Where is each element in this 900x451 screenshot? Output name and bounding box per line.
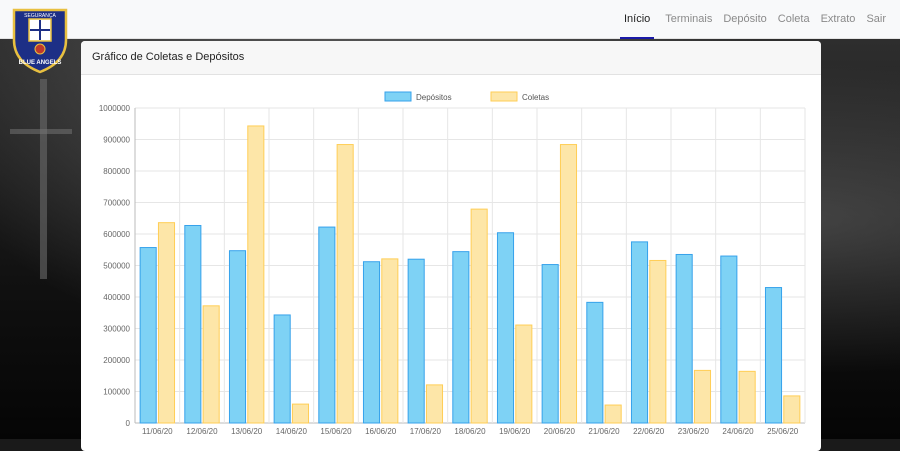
x-tick-label: 16/06/20 bbox=[365, 427, 397, 436]
bar-depositos-2 bbox=[228, 250, 247, 424]
bar-coletas-13 bbox=[738, 370, 756, 424]
x-tick-label: 19/06/20 bbox=[499, 427, 531, 436]
bar-depositos-9 bbox=[541, 264, 559, 424]
bar-chart[interactable]: 0 100000 200000 300000 400000 500000 600000 700… bbox=[81, 75, 821, 451]
bar-depositos-6 bbox=[407, 258, 425, 424]
y-tick-label: 0 bbox=[126, 419, 131, 428]
x-tick-label: 23/06/20 bbox=[678, 427, 710, 436]
nav-item-sair[interactable]: Sair bbox=[866, 0, 886, 39]
bar-depositos-8 bbox=[496, 232, 515, 424]
nav-item-inicio[interactable]: Início bbox=[619, 0, 655, 39]
y-tick-label: 800000 bbox=[103, 167, 130, 176]
bar-depositos-0 bbox=[139, 247, 157, 424]
x-tick-label: 21/06/20 bbox=[588, 427, 620, 436]
x-tick-label: 25/06/20 bbox=[767, 427, 799, 436]
bar-coletas-4 bbox=[336, 144, 354, 424]
bar-coletas-1 bbox=[202, 305, 220, 424]
bar-depositos-7 bbox=[452, 251, 470, 424]
navbar: SEGURANÇA BLUE ANGELS Início Terminais D… bbox=[0, 0, 900, 74]
bar-depositos-5 bbox=[362, 261, 381, 424]
background-crossbar bbox=[10, 129, 72, 134]
x-tick-label: 24/06/20 bbox=[722, 427, 754, 436]
bar-depositos-12 bbox=[675, 253, 693, 424]
legend-swatch-0 bbox=[384, 91, 412, 102]
nav-item-deposito[interactable]: Depósito bbox=[723, 0, 766, 39]
bar-coletas-8 bbox=[515, 324, 533, 424]
legend-swatch-1 bbox=[490, 91, 518, 102]
bar-coletas-14 bbox=[783, 395, 801, 424]
chart-card: Gráfico de Coletas e Depósitos 0 100000 20… bbox=[81, 41, 821, 451]
x-tick-label: 12/06/20 bbox=[186, 427, 218, 436]
y-tick-label: 700000 bbox=[103, 199, 130, 208]
bar-coletas-12 bbox=[693, 369, 712, 424]
bar-depositos-11 bbox=[630, 241, 649, 424]
legend-label-1: Coletas bbox=[522, 93, 549, 102]
card-title: Gráfico de Coletas e Depósitos bbox=[81, 41, 821, 75]
x-tick-label: 14/06/20 bbox=[276, 427, 308, 436]
y-tick-label: 500000 bbox=[103, 262, 130, 271]
logo-text-top: SEGURANÇA bbox=[24, 13, 56, 19]
bar-coletas-11 bbox=[649, 259, 667, 424]
x-tick-label: 15/06/20 bbox=[320, 427, 352, 436]
bar-coletas-6 bbox=[425, 384, 444, 424]
nav-item-extrato[interactable]: Extrato bbox=[821, 0, 856, 39]
bar-depositos-3 bbox=[273, 314, 291, 424]
nav-item-terminais[interactable]: Terminais bbox=[665, 0, 712, 39]
x-tick-label: 11/06/20 bbox=[142, 427, 173, 436]
y-tick-label: 100000 bbox=[103, 388, 130, 397]
bar-depositos-14 bbox=[764, 287, 783, 424]
y-tick-label: 600000 bbox=[103, 230, 130, 239]
logo-text-bottom: BLUE ANGELS bbox=[19, 60, 62, 66]
y-tick-label: 400000 bbox=[103, 293, 130, 302]
company-logo[interactable]: SEGURANÇA BLUE ANGELS bbox=[10, 6, 70, 74]
x-tick-label: 20/06/20 bbox=[544, 427, 576, 436]
bar-coletas-2 bbox=[247, 125, 265, 424]
bar-depositos-10 bbox=[586, 301, 604, 424]
y-tick-label: 1000000 bbox=[99, 104, 131, 113]
bar-coletas-10 bbox=[604, 404, 622, 424]
bar-depositos-4 bbox=[318, 226, 336, 424]
bar-depositos-13 bbox=[720, 255, 738, 424]
bar-depositos-1 bbox=[184, 224, 202, 424]
nav-item-coleta[interactable]: Coleta bbox=[778, 0, 810, 39]
y-tick-label: 300000 bbox=[103, 325, 130, 334]
bar-coletas-3 bbox=[291, 403, 310, 424]
x-tick-label: 22/06/20 bbox=[633, 427, 665, 436]
bar-coletas-7 bbox=[470, 208, 488, 424]
y-tick-label: 200000 bbox=[103, 356, 130, 365]
x-tick-label: 17/06/20 bbox=[410, 427, 442, 436]
bar-coletas-9 bbox=[559, 144, 578, 424]
legend-label-0: Depósitos bbox=[416, 93, 452, 102]
bar-coletas-0 bbox=[157, 222, 176, 424]
y-tick-label: 900000 bbox=[103, 136, 130, 145]
bar-coletas-5 bbox=[381, 258, 399, 424]
background-pole bbox=[40, 79, 47, 279]
x-tick-label: 13/06/20 bbox=[231, 427, 263, 436]
x-tick-label: 18/06/20 bbox=[454, 427, 486, 436]
main-nav: Início Terminais Depósito Coleta Extrato… bbox=[619, 0, 886, 39]
